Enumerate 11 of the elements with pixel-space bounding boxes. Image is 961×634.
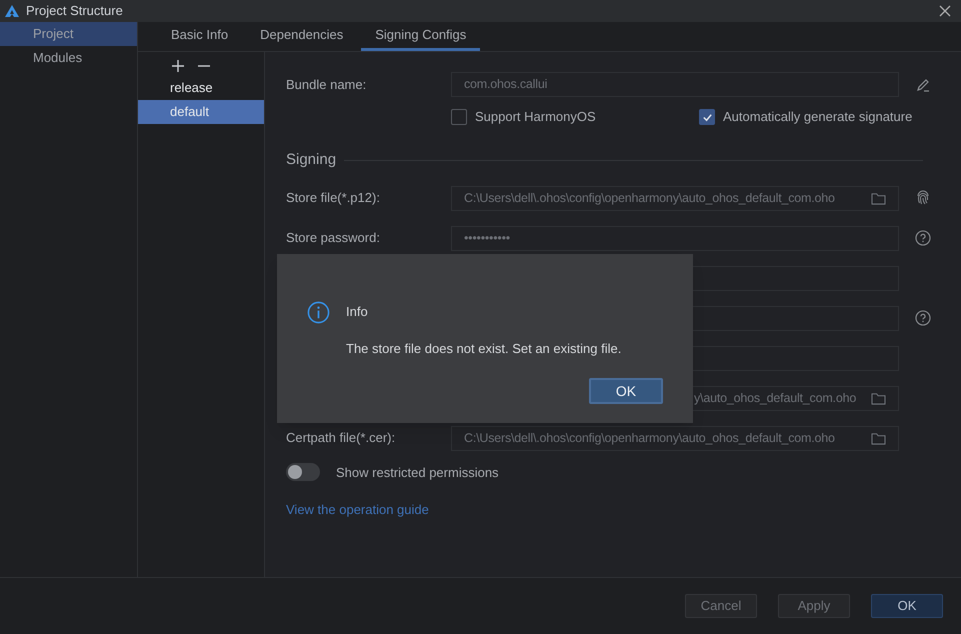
field-label: Store file(*.p12): [286,190,380,206]
checkbox-label: Support HarmonyOS [475,108,596,126]
section-title: Signing [286,150,336,170]
checkbox-label: Automatically generate signature [723,108,912,126]
dialog-title: Info [346,303,369,321]
window-title: Project Structure [26,2,123,20]
dialog-message: The store file does not exist. Set an existing file. [346,340,622,358]
field-label: Certpath file(*.cer): [286,430,396,446]
field-label: Store password: [286,230,380,246]
toggle-label: Show restricted permissions [336,464,499,482]
field-label: Bundle name: [286,76,366,92]
